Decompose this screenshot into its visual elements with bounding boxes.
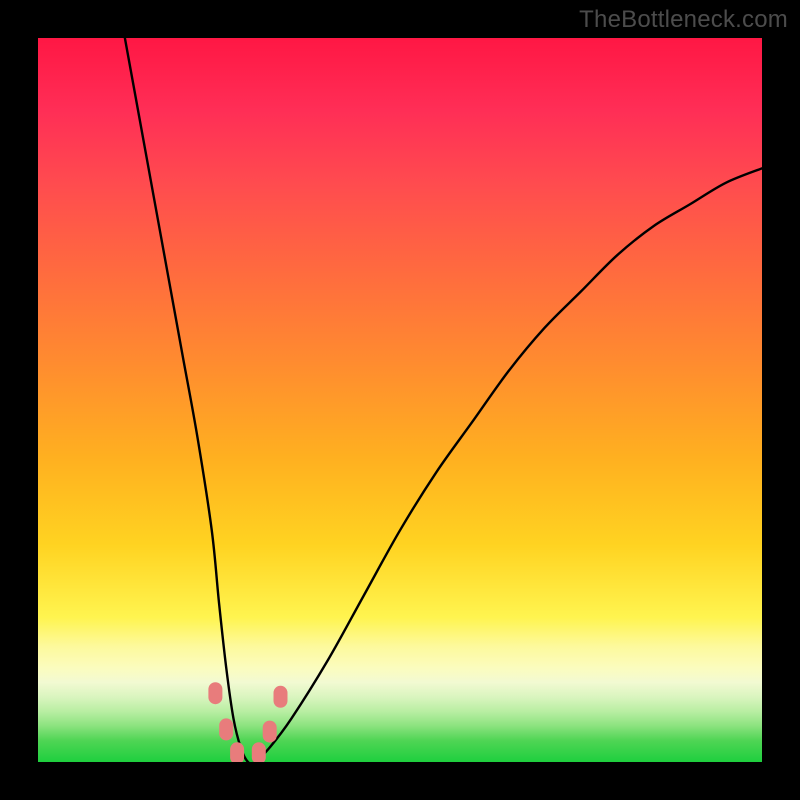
curve-marker — [263, 721, 277, 743]
chart-frame: TheBottleneck.com — [0, 0, 800, 800]
plot-area — [38, 38, 762, 762]
curve-marker — [274, 686, 288, 708]
bottleneck-curve — [125, 38, 762, 762]
curve-marker — [252, 742, 266, 762]
curve-marker — [208, 682, 222, 704]
curve-markers — [208, 682, 287, 762]
curve-svg — [38, 38, 762, 762]
curve-marker — [230, 742, 244, 762]
watermark-text: TheBottleneck.com — [579, 6, 788, 34]
curve-marker — [219, 718, 233, 740]
